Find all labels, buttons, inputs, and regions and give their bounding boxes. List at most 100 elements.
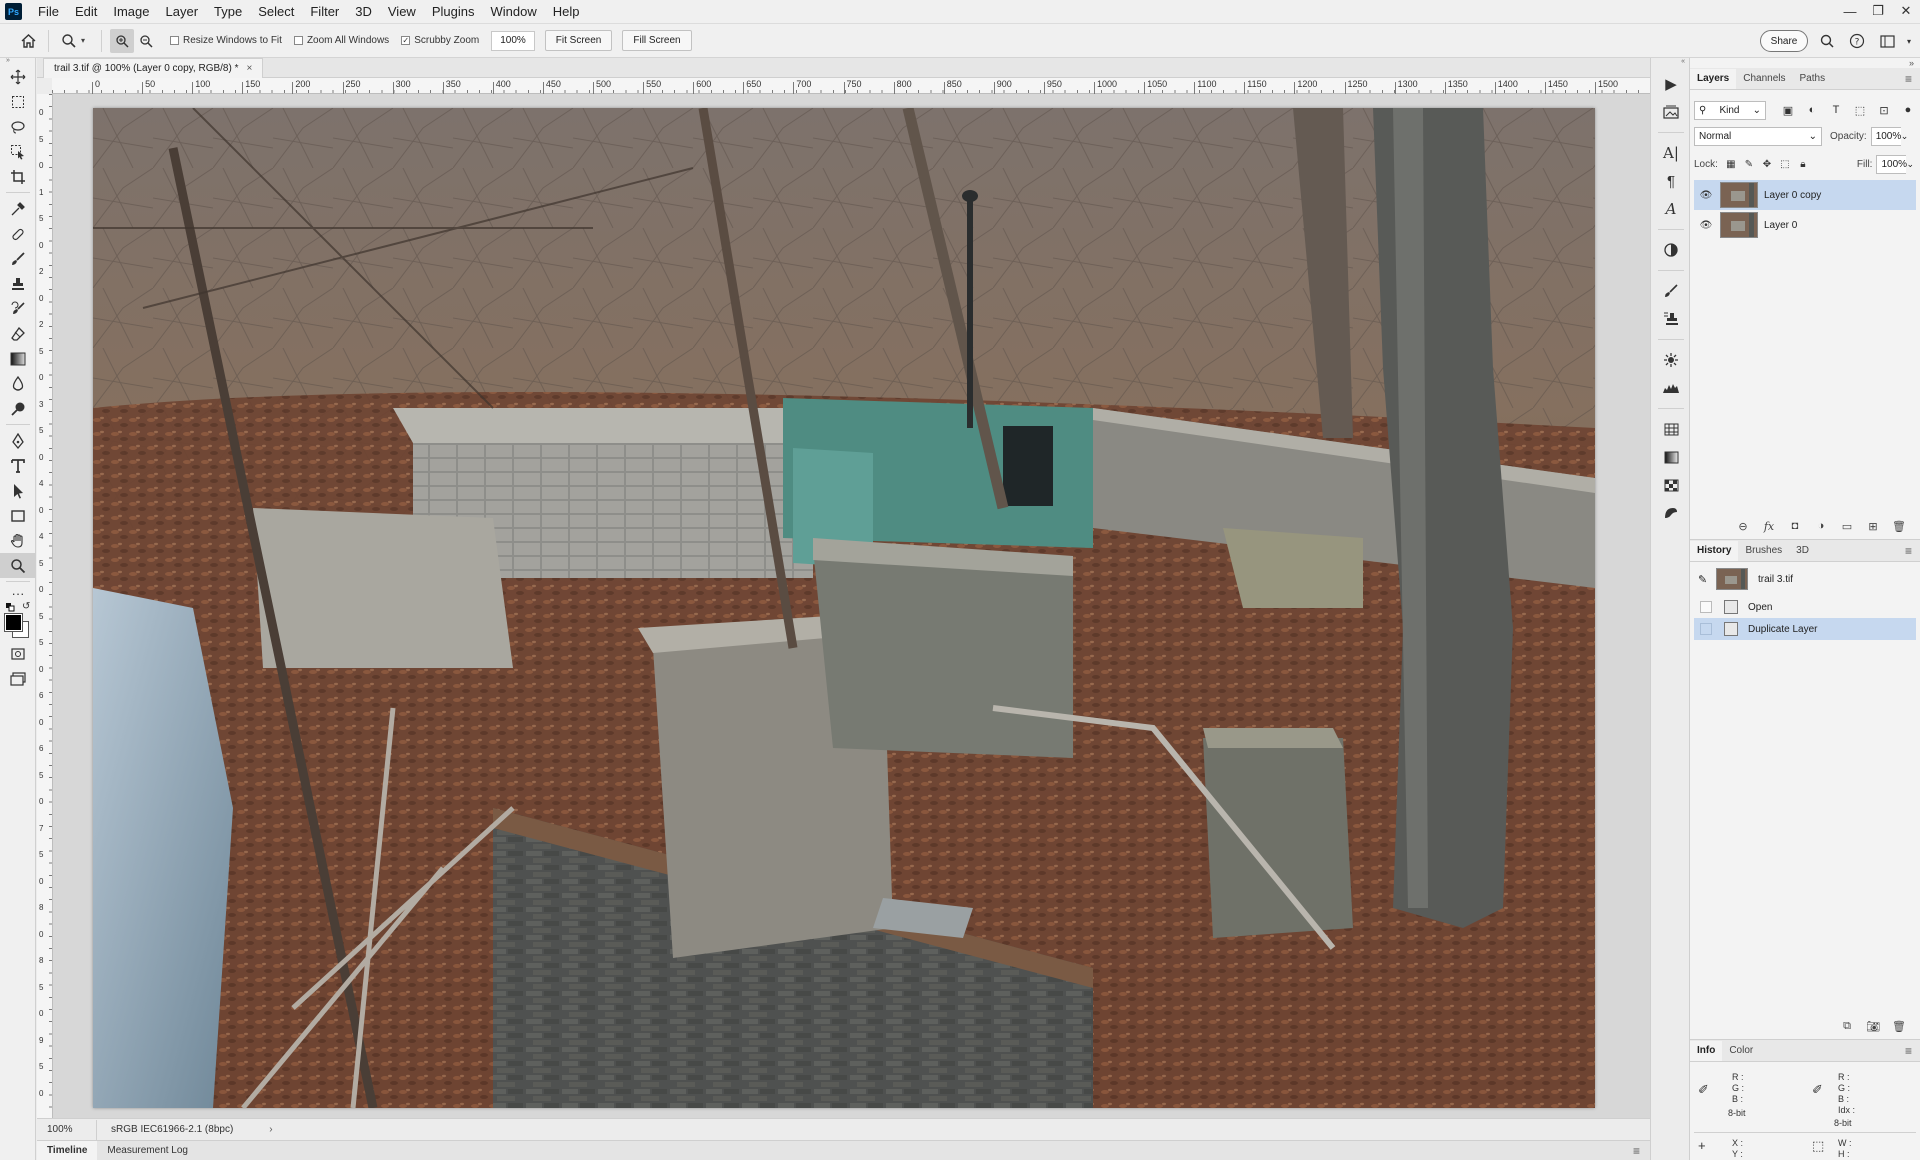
workspace-icon[interactable] [1876, 30, 1898, 52]
menu-type[interactable]: Type [206, 0, 250, 24]
menu-help[interactable]: Help [545, 0, 588, 24]
panel-menu-icon[interactable]: ≡ [1905, 1044, 1912, 1058]
blur-tool-icon[interactable] [0, 371, 36, 396]
history-brush-source-icon[interactable]: ✎ [1698, 573, 1712, 586]
paragraph-panel-icon[interactable]: ¶ [1651, 167, 1691, 195]
zoom-level-field[interactable]: 100% [37, 1119, 97, 1140]
new-document-from-state-icon[interactable]: ⧉ [1834, 1020, 1860, 1033]
menu-view[interactable]: View [380, 0, 424, 24]
eraser-tool-icon[interactable] [0, 321, 36, 346]
resize-windows-checkbox[interactable]: Resize Windows to Fit [170, 35, 282, 46]
lock-artboard-icon[interactable]: ⬚ [1776, 159, 1794, 170]
character-panel-icon[interactable]: A| [1651, 139, 1691, 167]
document-tab[interactable]: trail 3.tif @ 100% (Layer 0 copy, RGB/8)… [43, 58, 264, 78]
menu-3d[interactable]: 3D [347, 0, 380, 24]
crop-tool-icon[interactable] [0, 164, 36, 189]
chevron-down-icon[interactable]: ⌄ [1906, 159, 1914, 170]
object-selection-tool-icon[interactable] [0, 139, 36, 164]
fill-field[interactable]: 100% [1876, 154, 1907, 174]
history-step-open[interactable]: Open [1694, 596, 1916, 618]
tab-color[interactable]: Color [1722, 1041, 1760, 1061]
default-colors-icon[interactable] [6, 603, 15, 612]
opacity-field[interactable]: 100% [1870, 126, 1901, 146]
tab-timeline[interactable]: Timeline [37, 1140, 98, 1160]
panel-menu-icon[interactable]: ≡ [1633, 1144, 1640, 1158]
more-tools-icon[interactable]: ··· [0, 585, 36, 601]
hand-tool-icon[interactable] [0, 528, 36, 553]
delete-layer-icon[interactable]: 🗑︎ [1886, 520, 1912, 533]
zoom-tool-icon[interactable] [0, 553, 36, 578]
move-tool-icon[interactable] [0, 64, 36, 89]
chevron-down-icon[interactable]: ▾ [1898, 30, 1920, 52]
patterns-icon[interactable] [1651, 471, 1691, 499]
filter-kind-select[interactable]: ⚲ Kind ⌄ [1694, 100, 1766, 120]
color-profile-info[interactable]: sRGB IEC61966-2.1 (8bpc) [97, 1124, 233, 1135]
help-icon[interactable]: ? [1846, 30, 1868, 52]
document-image[interactable] [93, 108, 1595, 1108]
gradients-icon[interactable] [1651, 443, 1691, 471]
healing-brush-tool-icon[interactable] [0, 221, 36, 246]
fill-screen-button[interactable]: Fill Screen [622, 30, 692, 51]
lasso-tool-icon[interactable] [0, 114, 36, 139]
tab-info[interactable]: Info [1690, 1041, 1723, 1061]
tab-history[interactable]: History [1690, 541, 1739, 561]
navigator-icon[interactable] [1651, 346, 1691, 374]
filter-type-icon[interactable]: T [1824, 104, 1848, 117]
home-icon[interactable] [16, 29, 40, 53]
zoom-percentage-field[interactable]: 100% [491, 30, 535, 51]
link-layers-icon[interactable]: ⊖ [1730, 520, 1756, 533]
search-icon[interactable] [1816, 30, 1838, 52]
filter-toggle-icon[interactable]: ● [1896, 104, 1920, 117]
chevron-right-icon[interactable]: › [269, 1124, 272, 1135]
eyedropper-tool-icon[interactable] [0, 196, 36, 221]
zoom-out-icon[interactable] [134, 29, 158, 53]
fit-screen-button[interactable]: Fit Screen [544, 30, 613, 51]
menu-plugins[interactable]: Plugins [424, 0, 483, 24]
history-step-duplicate-layer[interactable]: Duplicate Layer [1694, 618, 1916, 640]
lock-position-icon[interactable]: ✥ [1758, 159, 1776, 170]
filter-shape-icon[interactable]: ⬚ [1848, 104, 1872, 117]
new-adjustment-icon[interactable]: ◑ [1808, 520, 1834, 532]
checkbox-box-checked[interactable]: ✓ [401, 36, 411, 45]
layer-row-layer-0-copy[interactable]: 👁︎ Layer 0 copy [1694, 180, 1916, 210]
expand-panels-icon[interactable]: « [1651, 58, 1689, 66]
new-layer-icon[interactable]: ⊞ [1860, 520, 1886, 533]
zoom-in-icon[interactable] [110, 28, 135, 53]
new-snapshot-icon[interactable]: 📷︎ [1860, 1020, 1886, 1033]
clone-stamp-tool-icon[interactable] [0, 271, 36, 296]
blend-mode-select[interactable]: Normal ⌄ [1694, 126, 1822, 146]
canvas-area[interactable] [53, 94, 1650, 1118]
share-button[interactable]: Share [1760, 30, 1808, 52]
menu-file[interactable]: File [30, 0, 67, 24]
delete-state-icon[interactable]: 🗑︎ [1886, 1020, 1912, 1033]
restore-button[interactable]: ❐ [1864, 0, 1892, 22]
menu-select[interactable]: Select [250, 0, 302, 24]
menu-filter[interactable]: Filter [302, 0, 347, 24]
histogram-icon[interactable] [1651, 374, 1691, 402]
pen-tool-icon[interactable] [0, 428, 36, 453]
history-source-checkbox[interactable] [1700, 623, 1712, 635]
panel-menu-icon[interactable]: ≡ [1905, 72, 1912, 86]
clone-source-icon[interactable] [1651, 305, 1691, 333]
eye-icon[interactable]: 👁︎ [1698, 220, 1714, 231]
menu-edit[interactable]: Edit [67, 0, 105, 24]
foreground-color-swatch[interactable] [4, 613, 23, 632]
minimize-button[interactable]: — [1836, 0, 1864, 22]
tab-channels[interactable]: Channels [1736, 69, 1792, 89]
new-group-icon[interactable]: ▭ [1834, 520, 1860, 533]
chevron-down-icon[interactable]: ▾ [81, 36, 85, 45]
tab-measurement-log[interactable]: Measurement Log [97, 1141, 198, 1160]
brush-tool-icon[interactable] [0, 246, 36, 271]
zoom-all-windows-checkbox[interactable]: Zoom All Windows [293, 35, 389, 46]
lock-all-icon[interactable]: 🔒︎ [1794, 159, 1812, 170]
lock-image-icon[interactable]: ✎ [1740, 159, 1758, 170]
checkbox-box[interactable] [170, 36, 180, 45]
panel-menu-icon[interactable]: ≡ [1905, 544, 1912, 558]
libraries-icon[interactable] [1651, 98, 1691, 126]
tab-brushes[interactable]: Brushes [1738, 541, 1789, 561]
tab-layers[interactable]: Layers [1690, 69, 1737, 89]
lock-transparency-icon[interactable]: ▦ [1722, 159, 1740, 170]
tab-3d[interactable]: 3D [1789, 541, 1816, 561]
menu-image[interactable]: Image [105, 0, 157, 24]
menu-window[interactable]: Window [482, 0, 544, 24]
